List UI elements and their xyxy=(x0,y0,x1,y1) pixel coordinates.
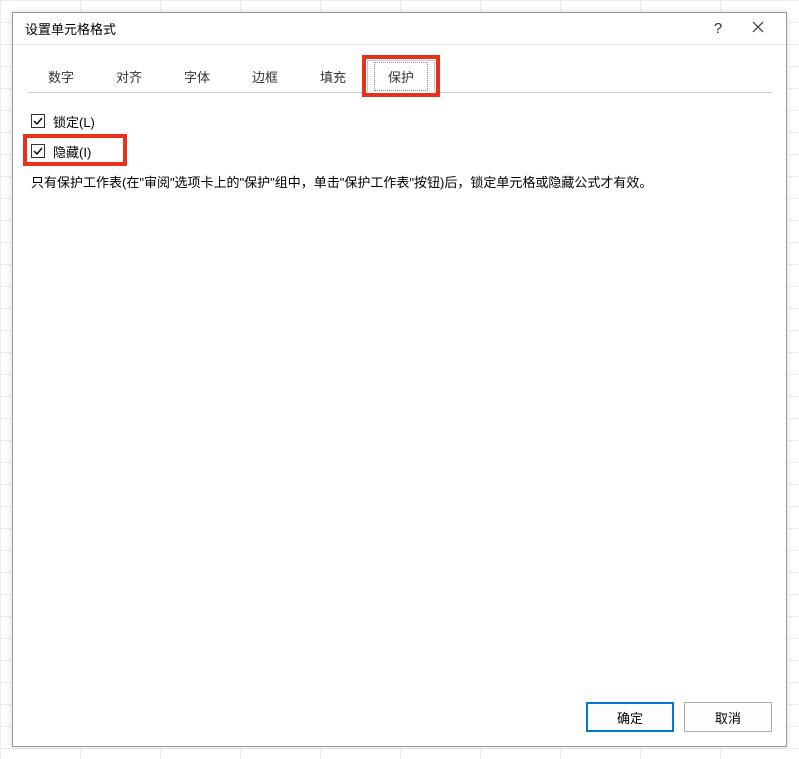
tab-label: 字体 xyxy=(184,67,210,86)
hidden-checkbox[interactable] xyxy=(31,144,45,158)
locked-checkbox[interactable] xyxy=(31,114,45,128)
ok-button[interactable]: 确定 xyxy=(586,702,674,732)
tab-font[interactable]: 字体 xyxy=(163,59,231,92)
dialog-content: 数字 对齐 字体 边框 填充 保护 xyxy=(13,45,786,690)
hidden-checkbox-row: 隐藏(I) xyxy=(31,139,768,163)
tabstrip: 数字 对齐 字体 边框 填充 保护 xyxy=(27,59,772,93)
tab-alignment[interactable]: 对齐 xyxy=(95,59,163,92)
format-cells-dialog: 设置单元格格式 ? 数字 对齐 字体 边框 填充 xyxy=(12,12,787,747)
close-icon xyxy=(752,20,764,37)
tab-label: 数字 xyxy=(48,67,74,86)
tab-number[interactable]: 数字 xyxy=(27,59,95,92)
locked-label[interactable]: 锁定(L) xyxy=(53,112,95,131)
dialog-button-bar: 确定 取消 xyxy=(13,690,786,746)
ok-button-label: 确定 xyxy=(617,708,643,727)
help-icon: ? xyxy=(714,20,722,37)
dialog-title: 设置单元格格式 xyxy=(25,19,698,38)
tab-protection[interactable]: 保护 xyxy=(367,60,435,93)
cancel-button-label: 取消 xyxy=(715,708,741,727)
protection-instructions: 只有保护工作表(在"审阅"选项卡上的"保护"组中，单击"保护工作表"按钮)后，锁… xyxy=(31,173,768,194)
cancel-button[interactable]: 取消 xyxy=(684,702,772,732)
tab-border[interactable]: 边框 xyxy=(231,59,299,92)
locked-checkbox-row: 锁定(L) xyxy=(31,109,768,133)
dialog-titlebar: 设置单元格格式 ? xyxy=(13,13,786,45)
checkmark-icon xyxy=(33,116,43,126)
checkmark-icon xyxy=(33,146,43,156)
tab-label: 边框 xyxy=(252,67,278,86)
protection-panel: 锁定(L) 隐藏(I) 只有保护工作表(在"审阅"选项卡上的"保护"组中，单击"… xyxy=(27,93,772,198)
close-button[interactable] xyxy=(738,15,778,43)
tab-label: 对齐 xyxy=(116,67,142,86)
tab-label: 填充 xyxy=(320,67,346,86)
tab-label: 保护 xyxy=(374,62,428,91)
help-button[interactable]: ? xyxy=(698,15,738,43)
tab-fill[interactable]: 填充 xyxy=(299,59,367,92)
hidden-label[interactable]: 隐藏(I) xyxy=(53,142,91,161)
